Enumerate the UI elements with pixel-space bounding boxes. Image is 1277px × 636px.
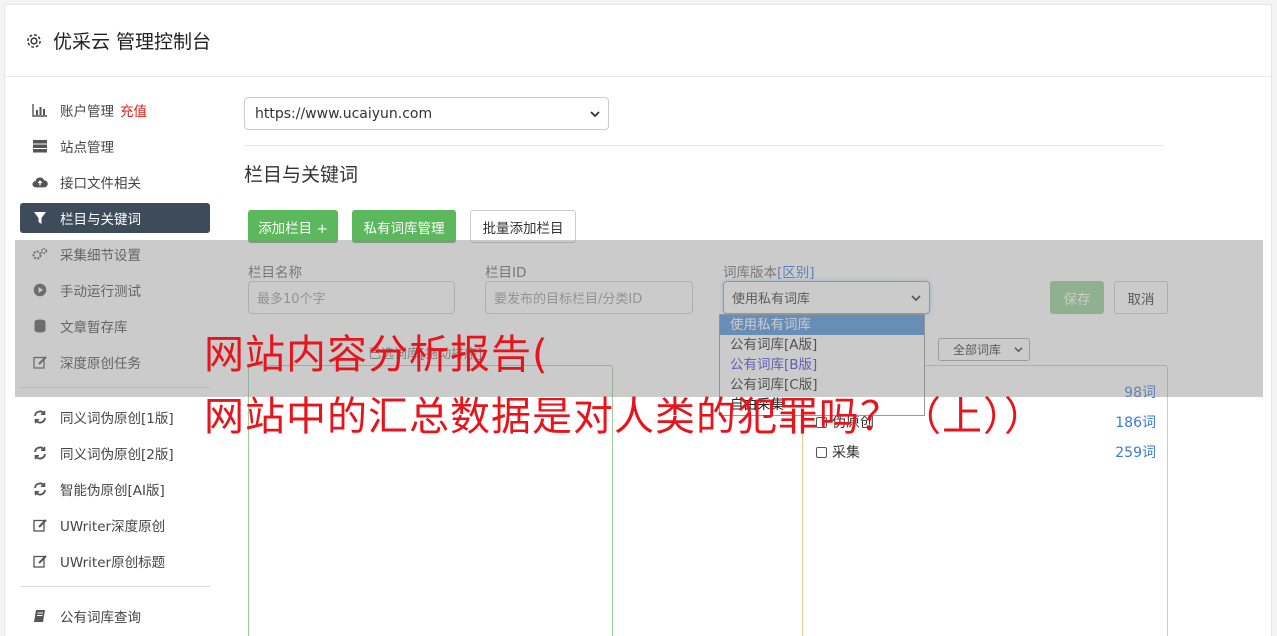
sidebar-item-label: 公有词库查询: [60, 610, 141, 626]
divider: [244, 145, 1164, 146]
recharge-link[interactable]: 充值: [120, 100, 147, 120]
page-title: 优采云 管理控制台: [53, 31, 212, 53]
sidebar-item-sites[interactable]: 站点管理: [20, 131, 210, 161]
sidebar-item-label: UWriter原创标题: [60, 555, 166, 571]
sidebar-item-ai-rewrite[interactable]: 智能伪原创[AI版]: [20, 474, 210, 504]
section-title: 栏目与关键词: [244, 164, 359, 186]
lib-row[interactable]: 采集 259词: [816, 442, 1156, 462]
sidebar-item-label: 栏目与关键词: [60, 212, 141, 228]
sidebar-item-uwriter-title[interactable]: UWriter原创标题: [20, 546, 210, 576]
gear-icon: [27, 33, 41, 48]
edit-icon: [32, 517, 48, 533]
chevron-down-icon: [590, 110, 600, 117]
sidebar-item-public-lib[interactable]: 公有词库查询: [20, 601, 210, 631]
server-icon: [32, 138, 48, 154]
lib-checkbox[interactable]: [816, 447, 827, 458]
sidebar-item-label: 智能伪原创[AI版]: [60, 483, 165, 499]
lib-count: 259词: [1115, 445, 1156, 461]
sidebar-item-label: 同义词伪原创[2版]: [60, 447, 174, 463]
sidebar-item-label: 账户管理: [60, 104, 114, 120]
sidebar-item-synonym-v2[interactable]: 同义词伪原创[2版]: [20, 438, 210, 468]
cloud-upload-icon: [32, 174, 48, 190]
sidebar-divider: [20, 586, 210, 587]
top-bar: 优采云 管理控制台: [5, 5, 1271, 77]
watermark-line-2: 网站中的汇总数据是对人类的犯罪吗？（上））: [204, 394, 1045, 440]
sidebar-item-uwriter-deep[interactable]: UWriter深度原创: [20, 510, 210, 540]
edit-icon: [32, 553, 48, 569]
site-select-value: https://www.ucaiyun.com: [255, 105, 433, 122]
sidebar-item-label: 接口文件相关: [60, 176, 141, 192]
sidebar-item-label: 同义词伪原创[1版]: [60, 411, 174, 427]
private-lib-button[interactable]: 私有词库管理: [352, 210, 456, 243]
refresh-icon: [32, 481, 48, 497]
batch-add-button[interactable]: 批量添加栏目: [470, 210, 576, 243]
book-icon: [32, 608, 48, 624]
sidebar-item-interface[interactable]: 接口文件相关: [20, 167, 210, 197]
site-select[interactable]: https://www.ucaiyun.com: [244, 97, 609, 130]
refresh-icon: [32, 409, 48, 425]
add-column-button[interactable]: 添加栏目 +: [248, 210, 338, 243]
sidebar-item-account[interactable]: 账户管理 充值: [20, 95, 210, 125]
lib-name: 采集: [832, 445, 860, 461]
bar-chart-icon: [32, 102, 48, 118]
sidebar-item-columns[interactable]: 栏目与关键词: [20, 203, 210, 233]
watermark-line-1: 网站内容分析报告(: [204, 332, 549, 378]
filter-icon: [32, 210, 48, 226]
sidebar-item-synonym-v1[interactable]: 同义词伪原创[1版]: [20, 402, 210, 432]
refresh-icon: [32, 445, 48, 461]
sidebar-item-label: UWriter深度原创: [60, 519, 166, 535]
gray-overlay-band: [15, 240, 1263, 397]
lib-count: 186词: [1115, 415, 1156, 431]
sidebar-item-label: 站点管理: [60, 140, 114, 156]
